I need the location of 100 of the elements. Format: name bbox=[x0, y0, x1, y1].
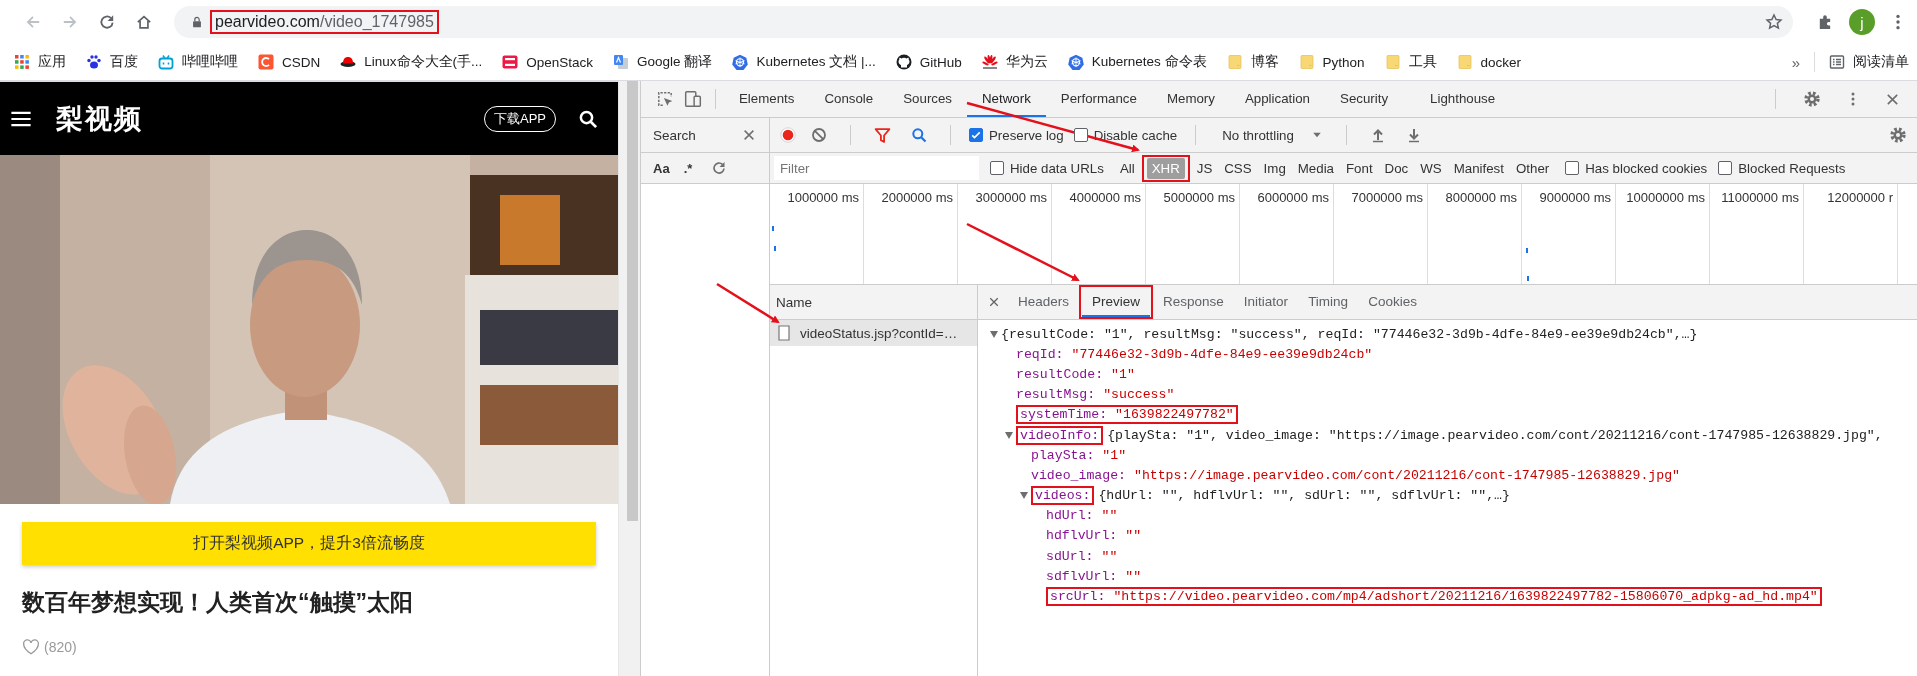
clear-icon[interactable] bbox=[811, 127, 827, 143]
json-value: "77446e32-3d9b-4dfe-84e9-ee39e9db24cb" bbox=[1071, 346, 1373, 362]
bookmark-item[interactable]: 博客 bbox=[1226, 53, 1279, 71]
more-bookmarks-button[interactable]: » bbox=[1791, 53, 1800, 71]
devtools-tab[interactable]: Lighthouse bbox=[1415, 81, 1511, 117]
video-title: 数百年梦想实现！人类首次“触摸”太阳 bbox=[22, 588, 414, 617]
filter-field[interactable]: Filter bbox=[774, 156, 979, 180]
devtools-tab[interactable]: Security bbox=[1325, 81, 1404, 117]
search-option-toggle[interactable]: .* bbox=[683, 160, 693, 176]
json-summary: {playSta: "1", video_image: "https://image.pearvideo.com/cont/20211216/cont-1747985-12638829.jpg", bbox=[1107, 427, 1883, 443]
bookmark-item[interactable]: 工具 bbox=[1384, 53, 1437, 71]
devtools-tab[interactable]: Memory bbox=[1151, 81, 1230, 117]
bookmark-item[interactable]: Kubernetes 命令表 bbox=[1067, 53, 1207, 71]
json-value: "success" bbox=[1103, 387, 1175, 403]
checkbox[interactable] bbox=[1565, 161, 1580, 175]
detail-tab[interactable]: Headers bbox=[1008, 285, 1080, 319]
heart-icon[interactable] bbox=[22, 638, 40, 656]
checkbox-label: Preserve log bbox=[989, 127, 1064, 143]
type-filter-button[interactable]: Img bbox=[1258, 157, 1291, 179]
request-mark bbox=[772, 226, 774, 231]
checkbox[interactable] bbox=[990, 161, 1004, 175]
request-row[interactable]: videoStatus.jsp?contId=… bbox=[770, 320, 977, 346]
settings-icon[interactable] bbox=[1803, 90, 1821, 108]
scrollbar-thumb[interactable] bbox=[627, 81, 638, 521]
bookmark-item[interactable]: 应用 bbox=[14, 53, 66, 71]
collapse-arrow-icon[interactable] bbox=[990, 330, 998, 338]
timeline-tick-label: 2000000 ms bbox=[864, 184, 958, 284]
record-button[interactable] bbox=[780, 127, 796, 143]
settings-icon[interactable] bbox=[1889, 126, 1907, 144]
download-app-button[interactable]: 下载APP bbox=[484, 105, 556, 132]
json-key: srcUrl: bbox=[1050, 589, 1106, 605]
checkbox-label: Has blocked cookies bbox=[1585, 160, 1708, 176]
json-key: video_image: bbox=[1031, 467, 1126, 483]
throttling-dropdown[interactable]: No throttling bbox=[1220, 127, 1296, 143]
type-filter-button[interactable]: Media bbox=[1292, 157, 1339, 179]
reading-list-button[interactable]: 阅读清单 bbox=[1829, 53, 1909, 71]
bookmark-item[interactable]: OpenStack bbox=[502, 54, 594, 70]
type-filter-button[interactable]: CSS bbox=[1219, 157, 1257, 179]
column-header: Name bbox=[770, 285, 977, 320]
home-icon[interactable] bbox=[134, 13, 153, 31]
checkbox[interactable] bbox=[969, 128, 983, 142]
bookmark-item[interactable]: CSDN bbox=[258, 54, 321, 70]
inspect-icon[interactable] bbox=[656, 90, 674, 108]
devtools-tab[interactable]: Sources bbox=[888, 81, 967, 117]
bookmark-item[interactable]: Linux命令大全(手... bbox=[340, 53, 483, 71]
timeline-tick-label: 7000000 ms bbox=[1334, 184, 1428, 284]
checkbox-label: Disable cache bbox=[1093, 127, 1178, 143]
type-filter-button[interactable]: Doc bbox=[1379, 157, 1414, 179]
type-filter-button[interactable]: JS bbox=[1191, 157, 1218, 179]
folder-icon bbox=[1298, 54, 1315, 70]
type-filter-button[interactable]: Manifest bbox=[1448, 157, 1509, 179]
json-key: videoInfo: bbox=[1020, 427, 1100, 443]
detail-tab[interactable]: Initiator bbox=[1233, 285, 1299, 319]
json-value: "https://video.pearvideo.com/mp4/adshort/20211216/1639822497782-15806070_adpkg-ad_hd.mp4" bbox=[1113, 589, 1818, 605]
bookmark-star-icon[interactable] bbox=[1765, 13, 1783, 31]
type-filter-button[interactable]: Other bbox=[1510, 157, 1555, 179]
paw-icon bbox=[86, 54, 102, 70]
bookmark-item[interactable]: 华为云 bbox=[981, 53, 1048, 71]
type-filter-button[interactable]: Font bbox=[1341, 157, 1378, 179]
search-panel-title: Search bbox=[653, 127, 696, 143]
close-icon[interactable] bbox=[742, 128, 756, 142]
close-icon[interactable] bbox=[1885, 91, 1900, 107]
bookmark-item[interactable]: docker bbox=[1456, 54, 1522, 70]
bookmark-item[interactable]: Kubernetes 文档 |... bbox=[732, 53, 876, 71]
detail-tab[interactable]: Timing bbox=[1298, 285, 1359, 319]
collapse-arrow-icon[interactable] bbox=[1020, 492, 1028, 500]
devtools-tab[interactable]: Application bbox=[1229, 81, 1325, 117]
collapse-arrow-icon[interactable] bbox=[1005, 431, 1013, 439]
json-key: systemTime: bbox=[1020, 407, 1108, 423]
bookmark-item[interactable]: Google 翻译 bbox=[613, 53, 713, 71]
close-icon[interactable] bbox=[988, 296, 1000, 308]
bookmark-item[interactable]: GitHub bbox=[895, 54, 962, 70]
type-filter-button[interactable]: WS bbox=[1415, 157, 1447, 179]
device-toolbar-icon[interactable] bbox=[684, 90, 702, 108]
c-logo-icon bbox=[258, 54, 274, 70]
address-bar[interactable]: pearvideo.com/video_1747985 bbox=[174, 6, 1793, 38]
wheel-icon bbox=[732, 54, 749, 70]
checkbox[interactable] bbox=[1718, 161, 1733, 175]
bookmark-item[interactable]: Python bbox=[1298, 54, 1365, 70]
detail-tab[interactable]: Cookies bbox=[1358, 285, 1427, 319]
json-value: "" bbox=[1101, 508, 1118, 524]
timeline-tick-label: 8000000 ms bbox=[1428, 184, 1522, 284]
bookmark-item[interactable]: 百度 bbox=[86, 53, 138, 71]
type-filter-button[interactable]: All bbox=[1114, 157, 1140, 179]
search-option-toggle[interactable]: Aa bbox=[653, 160, 670, 176]
detail-tab[interactable]: Response bbox=[1153, 285, 1234, 319]
devtools-tab[interactable]: Performance bbox=[1045, 81, 1152, 117]
search-icon[interactable] bbox=[578, 108, 598, 129]
timeline-tick-label: 6000000 ms bbox=[1240, 184, 1334, 284]
devtools-tab[interactable]: Console bbox=[809, 81, 889, 117]
filter-icon[interactable] bbox=[874, 126, 891, 144]
detail-tab[interactable]: Preview bbox=[1082, 287, 1151, 317]
checkbox[interactable] bbox=[1073, 128, 1088, 142]
bookmark-item[interactable]: 哔哩哔哩 bbox=[158, 53, 238, 71]
reload-icon[interactable] bbox=[97, 13, 116, 31]
json-key: videos: bbox=[1035, 488, 1091, 504]
open-app-button[interactable]: 打开梨视频APP，提升3倍流畅度 bbox=[22, 522, 596, 565]
refresh-icon[interactable] bbox=[711, 160, 728, 176]
devtools-tab[interactable]: Elements bbox=[724, 81, 810, 117]
json-key: sdUrl: bbox=[1046, 548, 1094, 564]
